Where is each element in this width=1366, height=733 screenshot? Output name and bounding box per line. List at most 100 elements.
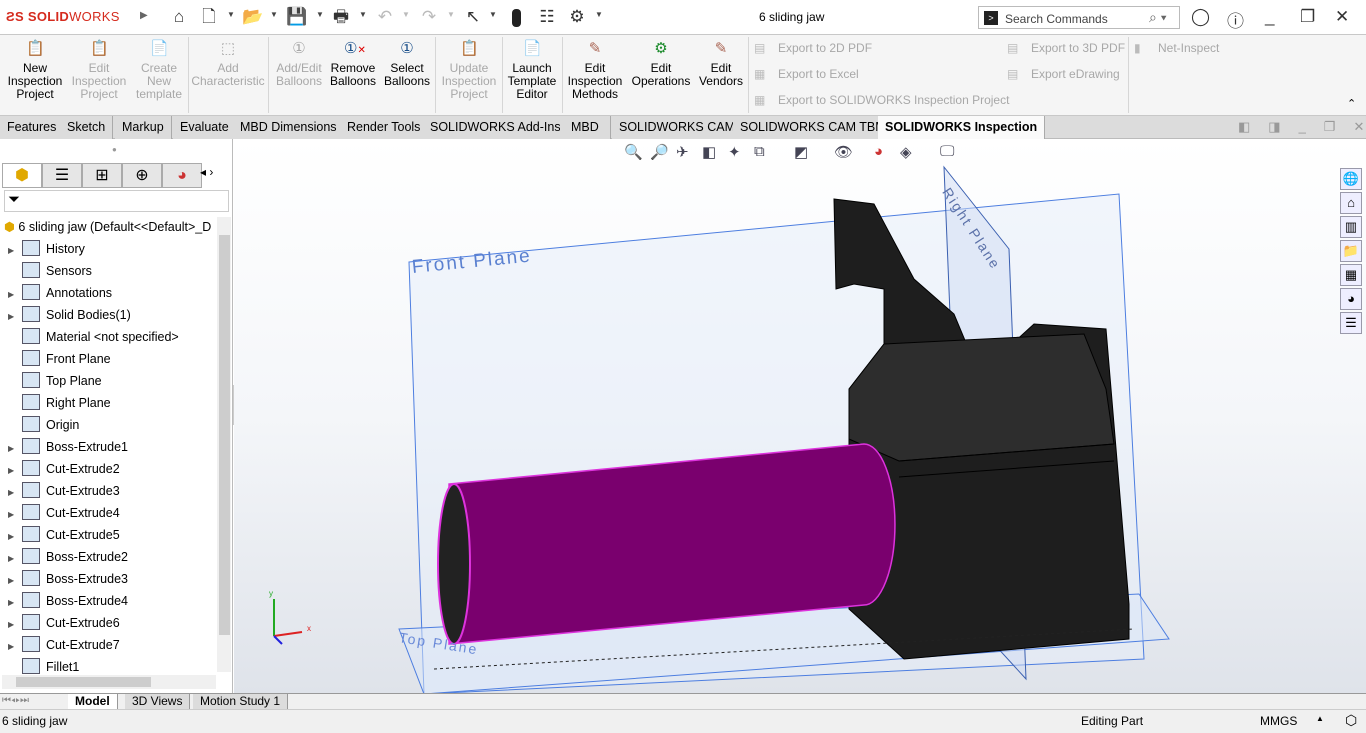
- help-icon[interactable]: ⓘ: [1227, 7, 1244, 32]
- units-dropdown-icon[interactable]: ▲: [1316, 714, 1324, 723]
- tree-item-boss-extrude2[interactable]: ▶ Boss-Extrude2: [8, 546, 128, 568]
- expand-arrow-icon[interactable]: ▶: [8, 636, 22, 658]
- select-pointer-icon[interactable]: ↖: [462, 7, 484, 27]
- update-inspection-project-button[interactable]: 📋 Update Inspection Project: [438, 40, 500, 101]
- tab-solidworks-cam-tbm[interactable]: SOLIDWORKS CAM TBM: [733, 116, 894, 139]
- expand-arrow-icon[interactable]: ▶: [8, 548, 22, 570]
- expand-arrow-icon[interactable]: ▶: [8, 240, 22, 262]
- tree-item-boss-extrude1[interactable]: ▶ Boss-Extrude1: [8, 436, 128, 458]
- remove-balloons-button[interactable]: ①✕ Remove Balloons: [328, 40, 378, 88]
- dimxpert-manager-tab[interactable]: ⊕: [122, 163, 162, 188]
- tree-item-front-plane[interactable]: Front Plane: [8, 348, 111, 370]
- appearances-icon[interactable]: ◕: [1340, 288, 1362, 310]
- create-new-template-button[interactable]: 📄 Create New template: [132, 40, 186, 101]
- configuration-manager-tab[interactable]: ⊞: [82, 163, 122, 188]
- tab-3d-views[interactable]: 3D Views: [125, 694, 191, 710]
- solidworks-resources-icon[interactable]: 🌐: [1340, 168, 1362, 190]
- tree-item-cut-extrude2[interactable]: ▶ Cut-Extrude2: [8, 458, 120, 480]
- view-palette-icon[interactable]: ▦: [1340, 264, 1362, 286]
- tab-solidworks-add-ins[interactable]: SOLIDWORKS Add-Ins: [423, 116, 569, 139]
- edit-inspection-project-button[interactable]: 📋 Edit Inspection Project: [68, 40, 130, 101]
- tree-item-history[interactable]: ▶ History: [8, 238, 85, 260]
- feature-manager-tab[interactable]: ⬢: [2, 163, 42, 188]
- search-commands-input[interactable]: > Search Commands ⌕ ▾: [978, 6, 1180, 29]
- expand-arrow-icon[interactable]: ▶: [8, 526, 22, 548]
- graphics-area[interactable]: 🔍 🔎 ✈ ◧ ✦ ⧉ ◩ 👁 ◕ ◈ 🖵 Front Plane Top Pl…: [234, 139, 1366, 693]
- add-characteristic-button[interactable]: ⬚ Add Characteristic: [190, 40, 266, 88]
- property-manager-tab[interactable]: ☰: [42, 163, 82, 188]
- minimize-button[interactable]: _: [1265, 7, 1274, 27]
- tab-motion-study-1[interactable]: Motion Study 1: [193, 694, 289, 710]
- add-edit-balloons-button[interactable]: ① Add/Edit Balloons: [272, 40, 326, 88]
- tab-scroll-arrows[interactable]: ⏮◂▸⏭: [2, 695, 29, 706]
- tree-item-cut-extrude7[interactable]: ▶ Cut-Extrude7: [8, 634, 120, 656]
- export-inspection-project-button[interactable]: ▦ Export to SOLIDWORKS Inspection Project: [754, 93, 1009, 107]
- tree-item-cut-extrude4[interactable]: ▶ Cut-Extrude4: [8, 502, 120, 524]
- tree-root-part[interactable]: ⬢ 6 sliding jaw (Default<<Default>_D: [4, 219, 211, 234]
- tab-features[interactable]: Features: [0, 116, 65, 139]
- tree-scrollbar[interactable]: [217, 217, 231, 672]
- save-icon[interactable]: 💾: [286, 7, 308, 27]
- tab-mbd[interactable]: MBD: [560, 116, 611, 139]
- tab-evaluate[interactable]: Evaluate: [173, 116, 237, 139]
- expand-arrow-icon[interactable]: ▶: [8, 482, 22, 504]
- filter-icon[interactable]: ⏷: [4, 190, 229, 212]
- open-icon[interactable]: 📂: [242, 7, 264, 27]
- panel-scroll-arrows[interactable]: ◂ ›: [200, 165, 213, 179]
- restore-button[interactable]: ❐: [1300, 7, 1315, 27]
- file-properties-icon[interactable]: ☷: [536, 7, 558, 27]
- solidworks-logo[interactable]: ƧS SOLIDWORKS: [6, 9, 120, 24]
- net-inspect-button[interactable]: ▮ Net-Inspect: [1134, 41, 1219, 55]
- tab-solidworks-cam[interactable]: SOLIDWORKS CAM: [612, 116, 743, 139]
- edit-operations-button[interactable]: ⚙ Edit Operations: [628, 40, 694, 88]
- tree-item-solid-bodies-1[interactable]: ▶ Solid Bodies(1): [8, 304, 131, 326]
- rebuild-status-icon[interactable]: ⬡: [1345, 712, 1357, 729]
- tree-item-top-plane[interactable]: Top Plane: [8, 370, 102, 392]
- tree-item-material-not-specified[interactable]: Material <not specified>: [8, 326, 179, 348]
- tree-item-sensors[interactable]: Sensors: [8, 260, 92, 282]
- tree-horizontal-scrollbar[interactable]: [2, 675, 216, 689]
- tree-item-origin[interactable]: Origin: [8, 414, 79, 436]
- rebuild-traffic-light-icon[interactable]: [512, 9, 521, 27]
- unit-system-selector[interactable]: MMGS: [1260, 714, 1297, 728]
- tab-solidworks-inspection[interactable]: SOLIDWORKS Inspection: [878, 116, 1046, 140]
- user-account-icon[interactable]: ◯: [1191, 7, 1210, 27]
- tree-item-annotations[interactable]: ▶ Annotations: [8, 282, 112, 304]
- expand-arrow-icon[interactable]: ▶: [8, 614, 22, 636]
- search-icon[interactable]: ⌕ ▾: [1149, 9, 1167, 26]
- launch-template-editor-button[interactable]: 📄 Launch Template Editor: [505, 40, 559, 101]
- expand-arrow-icon[interactable]: ▶: [8, 438, 22, 460]
- expand-arrow-icon[interactable]: ▶: [8, 460, 22, 482]
- display-manager-tab[interactable]: ◕: [162, 163, 202, 188]
- document-window-controls[interactable]: ◧◨_❐✕: [1238, 119, 1366, 135]
- tab-mbd-dimensions[interactable]: MBD Dimensions: [233, 116, 345, 139]
- expand-arrow-icon[interactable]: ▶: [8, 570, 22, 592]
- redo-icon[interactable]: ↷: [418, 7, 440, 27]
- expand-arrow-icon[interactable]: ▶: [8, 284, 22, 306]
- expand-arrow-icon[interactable]: ▶: [8, 592, 22, 614]
- menu-expand-icon[interactable]: ▶: [140, 10, 148, 21]
- tree-item-cut-extrude6[interactable]: ▶ Cut-Extrude6: [8, 612, 120, 634]
- select-balloons-button[interactable]: ① Select Balloons: [382, 40, 432, 88]
- edit-vendors-button[interactable]: ✎ Edit Vendors: [696, 40, 746, 88]
- tree-item-cut-extrude3[interactable]: ▶ Cut-Extrude3: [8, 480, 120, 502]
- undo-icon[interactable]: ↶: [374, 7, 396, 27]
- tab-sketch[interactable]: Sketch: [60, 116, 114, 139]
- options-gear-icon[interactable]: ⚙: [566, 7, 588, 27]
- edit-inspection-methods-button[interactable]: ✎ Edit Inspection Methods: [565, 40, 625, 101]
- expand-arrow-icon[interactable]: ▶: [8, 306, 22, 328]
- tree-item-boss-extrude3[interactable]: ▶ Boss-Extrude3: [8, 568, 128, 590]
- export-edrawing-button[interactable]: ▤ Export eDrawing: [1007, 67, 1120, 81]
- custom-properties-icon[interactable]: ☰: [1340, 312, 1362, 334]
- export-2d-pdf-button[interactable]: ▤ Export to 2D PDF: [754, 41, 872, 55]
- design-library-icon[interactable]: ▥: [1340, 216, 1362, 238]
- expand-arrow-icon[interactable]: ▶: [8, 504, 22, 526]
- close-button[interactable]: ✕: [1335, 7, 1349, 27]
- home-icon[interactable]: ⌂: [168, 7, 190, 27]
- tree-item-cut-extrude5[interactable]: ▶ Cut-Extrude5: [8, 524, 120, 546]
- collapse-ribbon-icon[interactable]: ⌃: [1347, 97, 1356, 110]
- tree-item-boss-extrude4[interactable]: ▶ Boss-Extrude4: [8, 590, 128, 612]
- panel-splitter-handle[interactable]: ●: [112, 145, 117, 154]
- tab-markup[interactable]: Markup: [115, 116, 172, 139]
- tree-item-right-plane[interactable]: Right Plane: [8, 392, 111, 414]
